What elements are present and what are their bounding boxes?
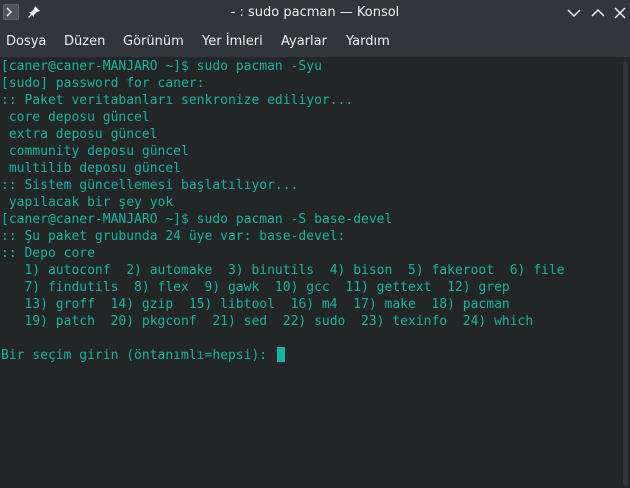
terminal-line: 1) autoconf 2) automake 3) binutils 4) b… (1, 263, 565, 278)
window-title: - : sudo pacman — Konsol (230, 5, 400, 20)
menubar: Dosya Düzen Görünüm Yer İmleri Ayarlar Y… (0, 25, 630, 58)
terminal-line: [sudo] password for caner: (1, 76, 205, 91)
menu-yardim[interactable]: Yardım (346, 25, 390, 57)
menu-ayarlar[interactable]: Ayarlar (281, 25, 327, 57)
terminal-line: :: Sistem güncellemesi başlatılıyor... (1, 178, 299, 193)
scrollbar-thumb[interactable] (623, 62, 628, 486)
terminal-line: yapılacak bir şey yok (1, 195, 174, 210)
terminal-line: :: Paket veritabanları senkronize ediliy… (1, 93, 354, 108)
terminal-line: community deposu güncel (1, 144, 189, 159)
menu-gorunum[interactable]: Görünüm (123, 25, 184, 57)
menu-dosya[interactable]: Dosya (6, 25, 46, 57)
terminal-line: :: Depo core (1, 246, 95, 261)
terminal-scrollbar[interactable] (621, 58, 630, 488)
terminal-line: extra deposu güncel (1, 127, 158, 142)
terminal-cursor (276, 347, 285, 362)
menu-yer-imleri[interactable]: Yer İmleri (202, 25, 263, 57)
terminal-output[interactable]: [caner@caner-MANJARO ~]$ sudo pacman -Sy… (0, 58, 621, 488)
maximize-chevron-up-icon[interactable] (589, 4, 607, 22)
terminal-line: :: Şu paket grubunda 24 üye var: base-de… (1, 229, 346, 244)
terminal-prompt-text: Bir seçim girin (öntanımlı=hepsi): (1, 348, 275, 363)
terminal-prompt-line[interactable]: Bir seçim girin (öntanımlı=hepsi): (0, 347, 621, 364)
terminal-line: [caner@caner-MANJARO ~]$ sudo pacman -Sy… (1, 59, 322, 74)
terminal-line: core deposu güncel (1, 110, 150, 125)
terminal-line: 7) findutils 8) flex 9) gawk 10) gcc 11)… (1, 280, 510, 295)
menu-duzen[interactable]: Düzen (64, 25, 105, 57)
window-titlebar[interactable]: - : sudo pacman — Konsol (0, 0, 630, 25)
close-icon[interactable] (611, 4, 629, 22)
minimize-chevron-down-icon[interactable] (565, 4, 583, 22)
terminal-line: [caner@caner-MANJARO ~]$ sudo pacman -S … (1, 212, 393, 227)
terminal-line: 13) groff 14) gzip 15) libtool 16) m4 17… (1, 297, 510, 312)
terminal-line: 19) patch 20) pkgconf 21) sed 22) sudo 2… (1, 314, 534, 329)
terminal-line: multilib deposu güncel (1, 161, 182, 176)
